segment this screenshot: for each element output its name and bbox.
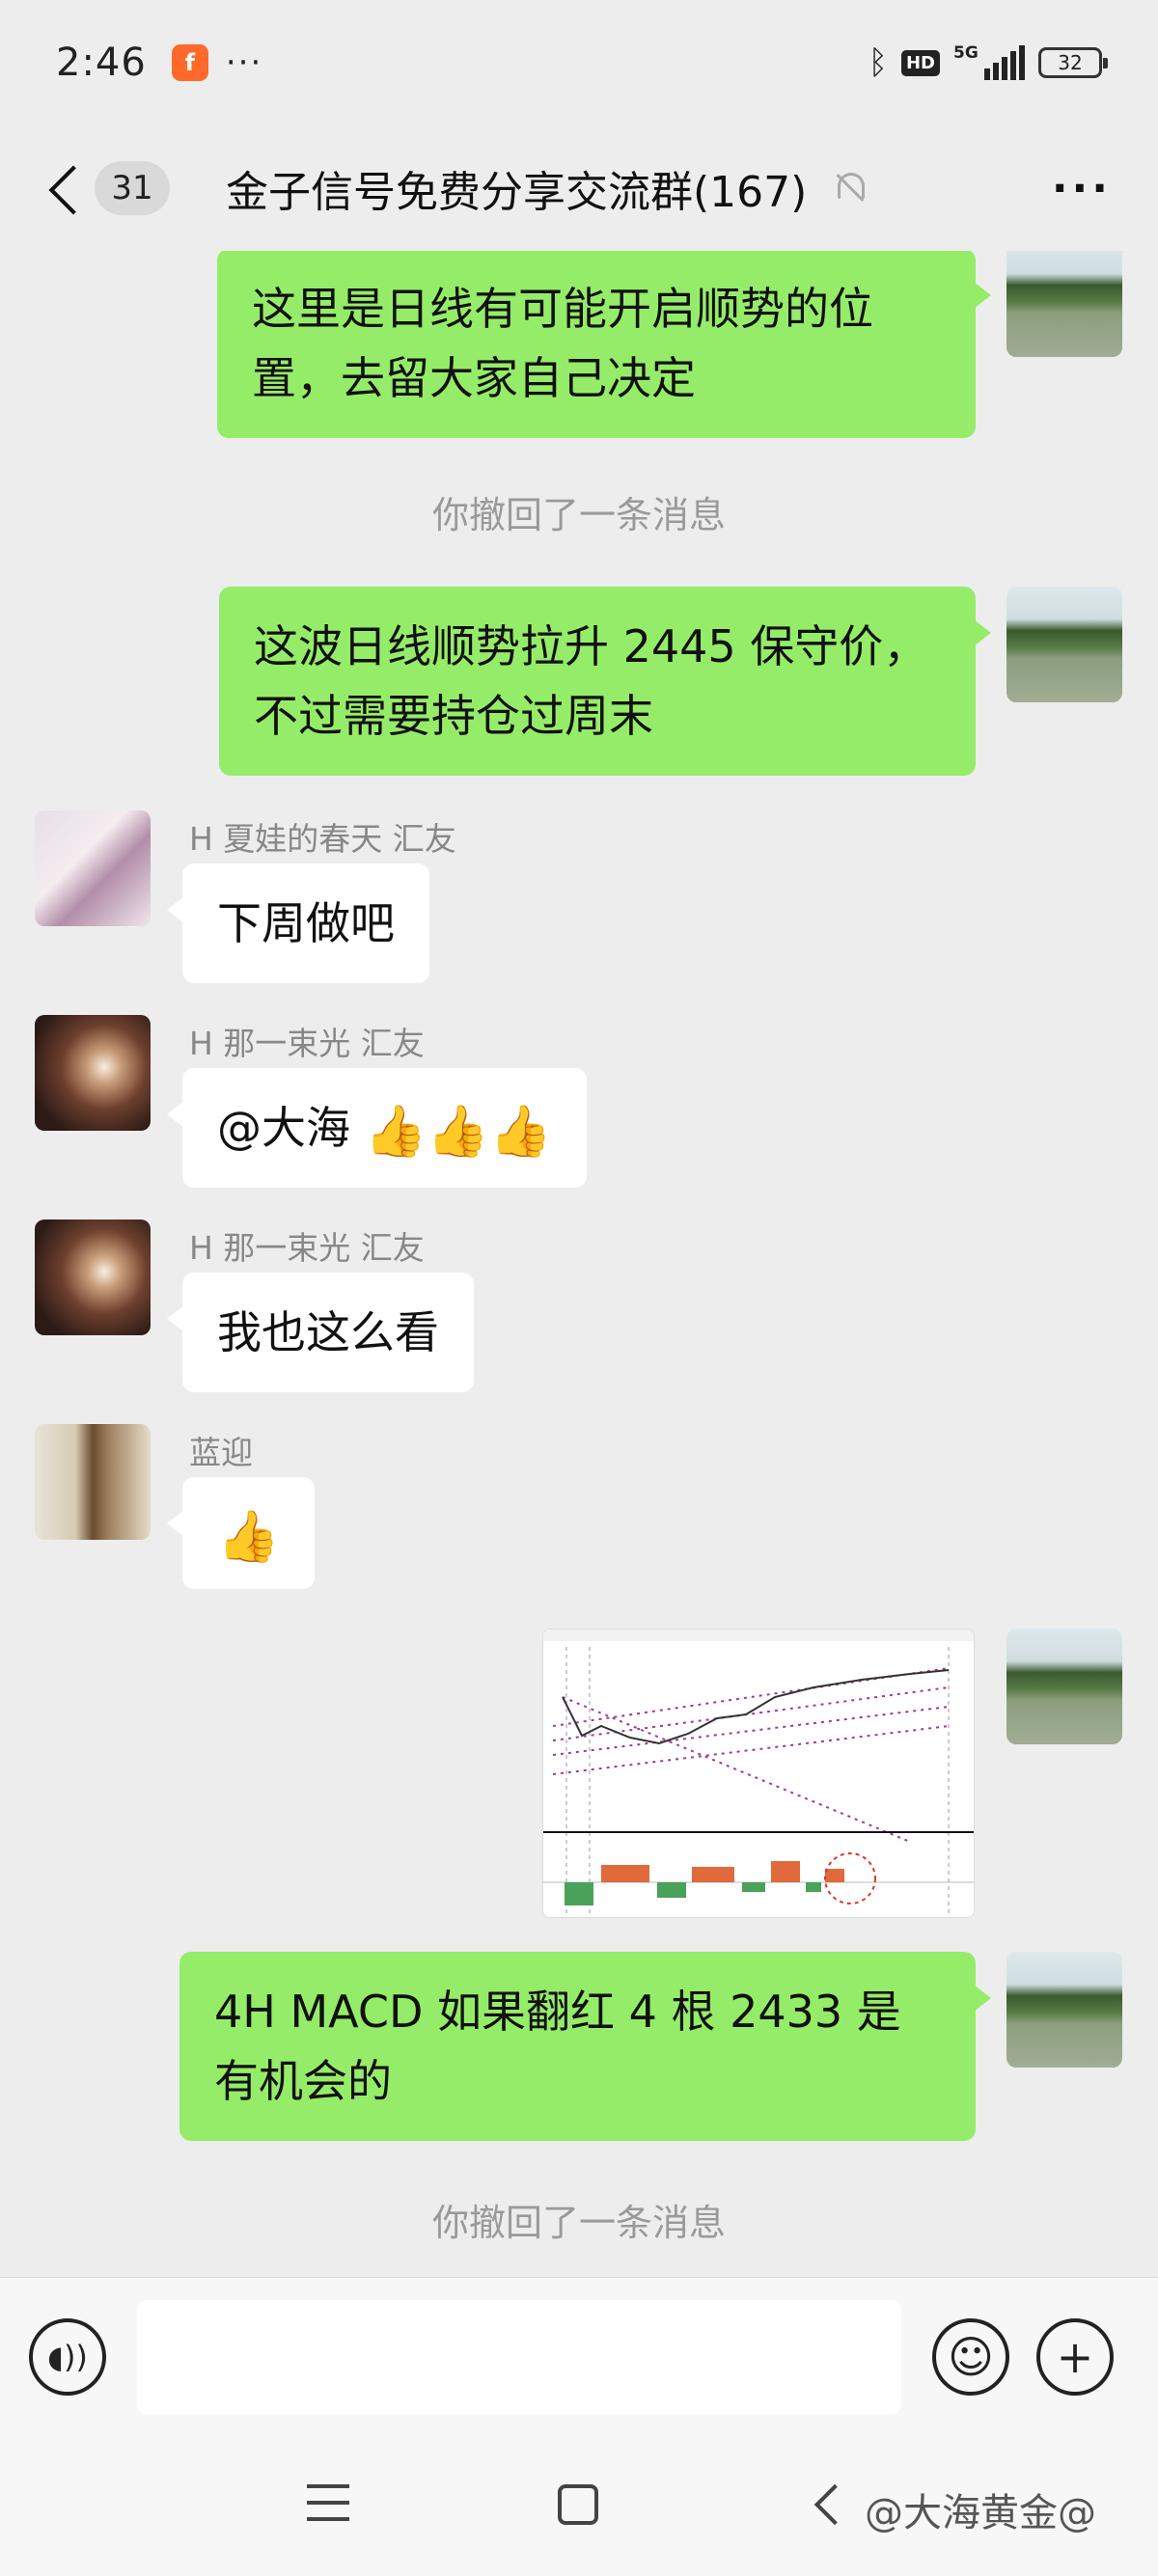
other-message-bubble[interactable]: @大海 👍👍👍	[167, 1068, 587, 1188]
message-input[interactable]	[137, 2300, 901, 2414]
home-icon[interactable]	[558, 2484, 598, 2525]
thumbs-up-icon: 👍	[217, 1507, 280, 1566]
my-avatar[interactable]	[1006, 1629, 1122, 1744]
my-message-bubble[interactable]: 这波日线顺势拉升 2445 保守价，不过需要持仓过周末	[219, 587, 991, 776]
unread-count-badge[interactable]: 31	[95, 161, 170, 215]
thumbs-up-icon: 👍👍👍	[364, 1102, 552, 1161]
clock: 2:46	[56, 41, 147, 85]
sender-name: 蓝迎	[189, 1434, 253, 1471]
watermark: @大海黄金@	[865, 2491, 1096, 2535]
my-avatar[interactable]	[1006, 587, 1122, 702]
sender-name: H 那一束光 汇友	[189, 1025, 425, 1062]
battery-icon: 32	[1038, 47, 1108, 78]
chart-image-message[interactable]	[542, 1629, 975, 1918]
signal-icon: 5G	[953, 43, 1025, 80]
my-avatar[interactable]	[1006, 251, 1122, 357]
more-notifications-icon: ···	[225, 43, 263, 82]
other-message-bubble[interactable]: 我也这么看	[167, 1273, 474, 1392]
recall-notice: 你撤回了一条消息	[431, 2202, 726, 2244]
message-text: 这波日线顺势拉升 2445 保守价，不过需要持仓过周末	[254, 620, 928, 742]
back-icon[interactable]	[46, 159, 85, 217]
mute-bell-icon	[830, 167, 868, 209]
chat-header: 31 金子信号免费分享交流群(167) ···	[0, 125, 1158, 251]
more-options-icon[interactable]: ···	[1052, 164, 1112, 213]
emoji-icon[interactable]: ☺	[932, 2318, 1009, 2396]
my-avatar[interactable]	[1006, 1952, 1122, 2068]
other-message-bubble[interactable]: 下周做吧	[167, 863, 429, 983]
recall-notice: 你撤回了一条消息	[431, 494, 726, 536]
chat-message-list[interactable]: 这里是日线有可能开启顺势的位置，去留大家自己决定 你撤回了一条消息 这波日线顺势…	[0, 251, 1158, 2277]
my-message-bubble[interactable]: 这里是日线有可能开启顺势的位置，去留大家自己决定	[217, 251, 991, 438]
message-text: 我也这么看	[217, 1306, 439, 1358]
bluetooth-icon: ᛒ	[868, 43, 888, 82]
sender-name: H 夏娃的春天 汇友	[189, 820, 456, 858]
status-bar: 2:46 f ··· ᛒ HD 5G 32	[0, 0, 1158, 125]
other-message-bubble[interactable]: 👍	[167, 1477, 315, 1589]
recent-apps-icon[interactable]	[307, 2484, 349, 2521]
hd-voice-icon: HD	[900, 49, 940, 76]
sender-avatar[interactable]	[35, 1015, 151, 1131]
sender-avatar[interactable]	[35, 1424, 151, 1540]
message-text: 4H MACD 如果翻红 4 根 2433 是有机会的	[214, 1986, 901, 2107]
message-input-bar: ◖)) ☺ +	[0, 2277, 1158, 2436]
message-text: 这里是日线有可能开启顺势的位置，去留大家自己决定	[252, 283, 873, 404]
message-text: 下周做吧	[217, 897, 395, 949]
notification-app-icon: f	[171, 44, 208, 81]
sender-avatar[interactable]	[35, 810, 151, 926]
sender-name: H 那一束光 汇友	[189, 1229, 425, 1267]
network-type: 5G	[953, 43, 979, 63]
my-message-bubble[interactable]: 4H MACD 如果翻红 4 根 2433 是有机会的	[179, 1952, 991, 2141]
sender-avatar[interactable]	[35, 1219, 151, 1335]
plus-icon[interactable]: +	[1036, 2318, 1114, 2396]
message-text: @大海	[217, 1102, 365, 1154]
voice-input-icon[interactable]: ◖))	[29, 2318, 106, 2396]
trading-chart-thumbnail	[543, 1630, 974, 1917]
chat-title: 金子信号免费分享交流群(167)	[226, 168, 808, 217]
system-back-icon[interactable]	[813, 2483, 856, 2526]
